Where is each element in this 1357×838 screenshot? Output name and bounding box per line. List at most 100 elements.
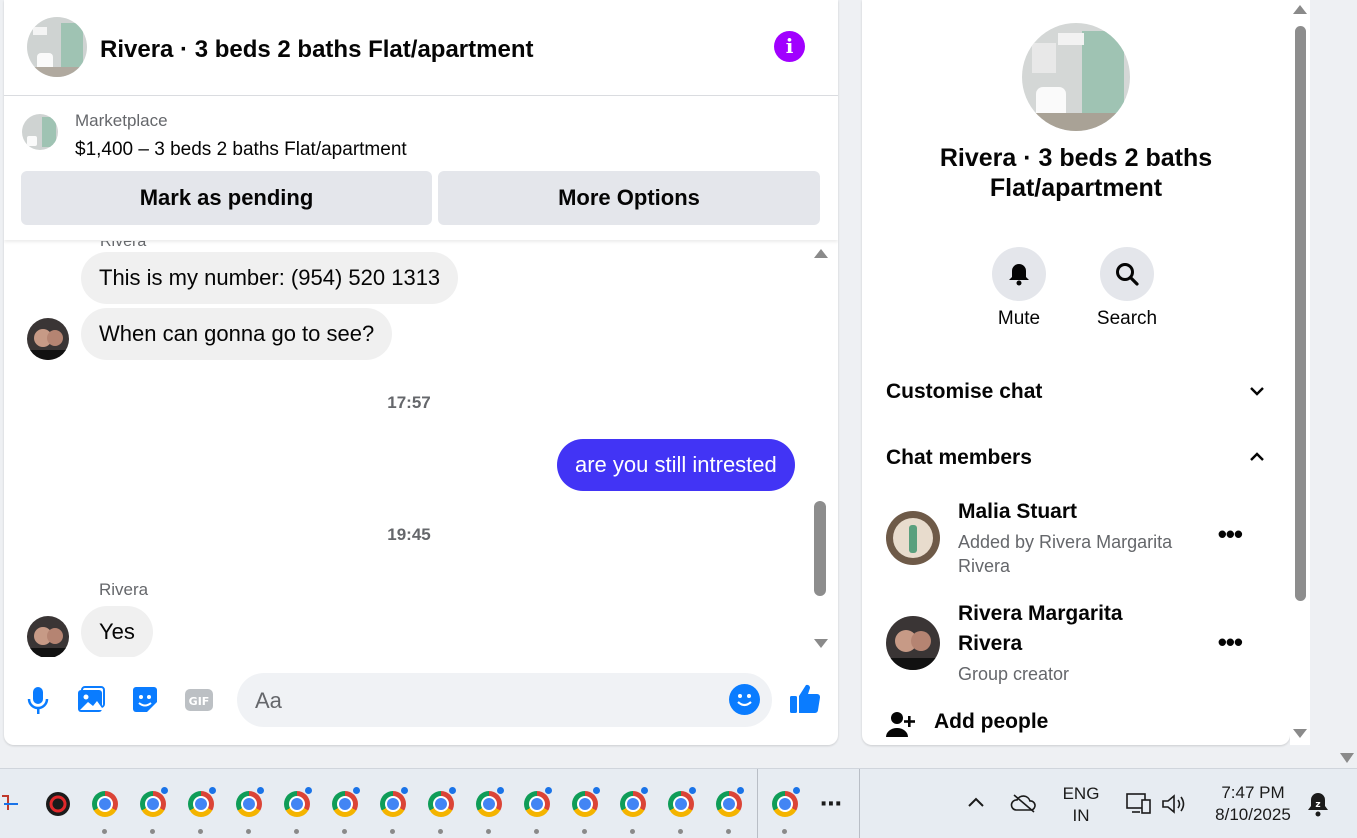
language-indicator[interactable]: ENG IN [1058, 783, 1104, 827]
notification-bell-icon[interactable]: z [1306, 791, 1330, 822]
marketplace-listing: Marketplace $1,400 – 3 beds 2 baths Flat… [4, 96, 838, 240]
avatar[interactable] [27, 616, 69, 657]
mute-label: Mute [997, 308, 1041, 329]
add-person-icon [886, 712, 915, 737]
badge [401, 787, 408, 794]
running-indicator [198, 829, 203, 834]
avatar[interactable] [886, 616, 940, 670]
scroll-down-arrow-icon[interactable] [1293, 729, 1307, 738]
gif-icon[interactable]: GIF [183, 684, 215, 716]
badge [353, 787, 360, 794]
chat-members-section[interactable]: Chat members [886, 446, 1266, 470]
group-avatar[interactable] [1022, 23, 1130, 131]
conversation-details-panel: Rivera · 3 beds 2 baths Flat/apartment M… [862, 0, 1290, 745]
running-indicator [102, 829, 107, 834]
running-indicator [678, 829, 683, 834]
clock[interactable]: 7:47 PM 8/10/2025 [1204, 782, 1302, 826]
chrome-icon[interactable] [572, 791, 598, 817]
more-options-icon[interactable]: ••• [1218, 519, 1243, 550]
message-input-placeholder: Aa [255, 688, 282, 713]
running-indicator [342, 829, 347, 834]
running-indicator [150, 829, 155, 834]
scrollbar-thumb[interactable] [1295, 26, 1306, 601]
volume-icon[interactable] [1160, 792, 1188, 821]
more-options-icon[interactable]: ••• [1218, 627, 1243, 658]
network-icon[interactable] [1124, 791, 1152, 822]
mark-as-pending-button[interactable]: Mark as pending [21, 171, 432, 225]
chrome-icon[interactable] [716, 791, 742, 817]
group-title: Rivera · 3 beds 2 baths Flat/apartment [939, 144, 1213, 202]
scrollbar-thumb[interactable] [814, 501, 826, 596]
photo-icon[interactable] [75, 684, 107, 716]
chrome-icon[interactable] [476, 791, 502, 817]
member-name: Malia Stuart [958, 500, 1078, 523]
member-subtitle: Added by Rivera Margarita Rivera [958, 532, 1173, 576]
message-input[interactable]: Aa [237, 673, 772, 727]
page-scroll-down-arrow-icon[interactable] [1340, 753, 1354, 763]
search-icon [1116, 263, 1139, 286]
clock-time: 7:47 PM [1221, 783, 1285, 802]
badge [593, 787, 600, 794]
scroll-up-arrow-icon[interactable] [814, 249, 828, 258]
avatar[interactable] [27, 318, 69, 360]
chrome-icon[interactable] [140, 791, 166, 817]
onedrive-icon[interactable] [1010, 793, 1038, 818]
scroll-up-arrow-icon[interactable] [1293, 5, 1307, 14]
chrome-icon[interactable] [188, 791, 214, 817]
info-icon[interactable]: i [774, 31, 805, 62]
chrome-icon[interactable] [428, 791, 454, 817]
show-hidden-icons-icon[interactable] [966, 795, 986, 814]
emoji-icon[interactable] [729, 684, 760, 715]
scroll-down-arrow-icon[interactable] [814, 639, 828, 648]
chat-panel: Rivera · 3 beds 2 baths Flat/apartment i… [4, 0, 838, 745]
running-indicator [246, 829, 251, 834]
chrome-icon[interactable] [772, 791, 798, 817]
message-bubble[interactable]: Yes [81, 606, 153, 657]
chrome-icon[interactable] [92, 791, 118, 817]
chrome-icon[interactable] [620, 791, 646, 817]
member-name: Rivera Margarita Rivera [958, 602, 1123, 655]
message-bubble[interactable]: When can gonna go to see? [81, 308, 393, 360]
message-bubble[interactable]: This is my number: (954) 520 1313 [81, 252, 459, 304]
chrome-icon[interactable] [524, 791, 550, 817]
side-panel-scrollbar[interactable] [1290, 0, 1310, 745]
message-bubble-outgoing[interactable]: are you still intrested [557, 439, 795, 491]
chrome-icon[interactable] [380, 791, 406, 817]
sender-name: Rivera [99, 580, 149, 599]
badge [449, 787, 456, 794]
running-indicator [630, 829, 635, 834]
search-button[interactable] [1100, 247, 1154, 301]
chrome-icon[interactable] [332, 791, 358, 817]
taskbar-divider [859, 769, 860, 838]
chat-title[interactable]: Rivera · 3 beds 2 baths Flat/apartment [100, 36, 533, 64]
add-people-label: Add people [934, 710, 1049, 733]
input-method-line: IN [1072, 806, 1090, 825]
badge [497, 787, 504, 794]
microphone-icon[interactable] [22, 684, 54, 716]
clock-date: 8/10/2025 [1215, 805, 1291, 824]
listing-thumbnail[interactable] [22, 114, 58, 150]
badge [545, 787, 552, 794]
member-subtitle: Group creator [958, 664, 1070, 684]
customise-chat-label: Customise chat [886, 380, 1043, 403]
mute-button[interactable] [992, 247, 1046, 301]
chrome-icon[interactable] [284, 791, 310, 817]
more-options-button[interactable]: More Options [438, 171, 820, 225]
app-icon[interactable] [46, 792, 70, 816]
listing-avatar[interactable] [27, 17, 87, 77]
like-icon[interactable] [788, 682, 821, 714]
sticker-icon[interactable] [129, 684, 161, 716]
listing-label: Marketplace [75, 111, 168, 130]
more-apps-button[interactable]: ⋯ [820, 791, 842, 817]
chevron-down-icon [1250, 387, 1264, 396]
timestamp: 17:57 [387, 393, 431, 412]
snipping-tool-icon[interactable] [0, 792, 20, 814]
search-label: Search [1096, 308, 1158, 329]
composer: GIF Aa [4, 666, 838, 736]
chrome-icon[interactable] [236, 791, 262, 817]
message-scrollbar[interactable] [812, 241, 828, 657]
chrome-icon[interactable] [668, 791, 694, 817]
customise-chat-section[interactable]: Customise chat [886, 380, 1266, 404]
listing-price[interactable]: $1,400 – 3 beds 2 baths Flat/apartment [75, 139, 407, 161]
avatar[interactable] [886, 511, 940, 565]
